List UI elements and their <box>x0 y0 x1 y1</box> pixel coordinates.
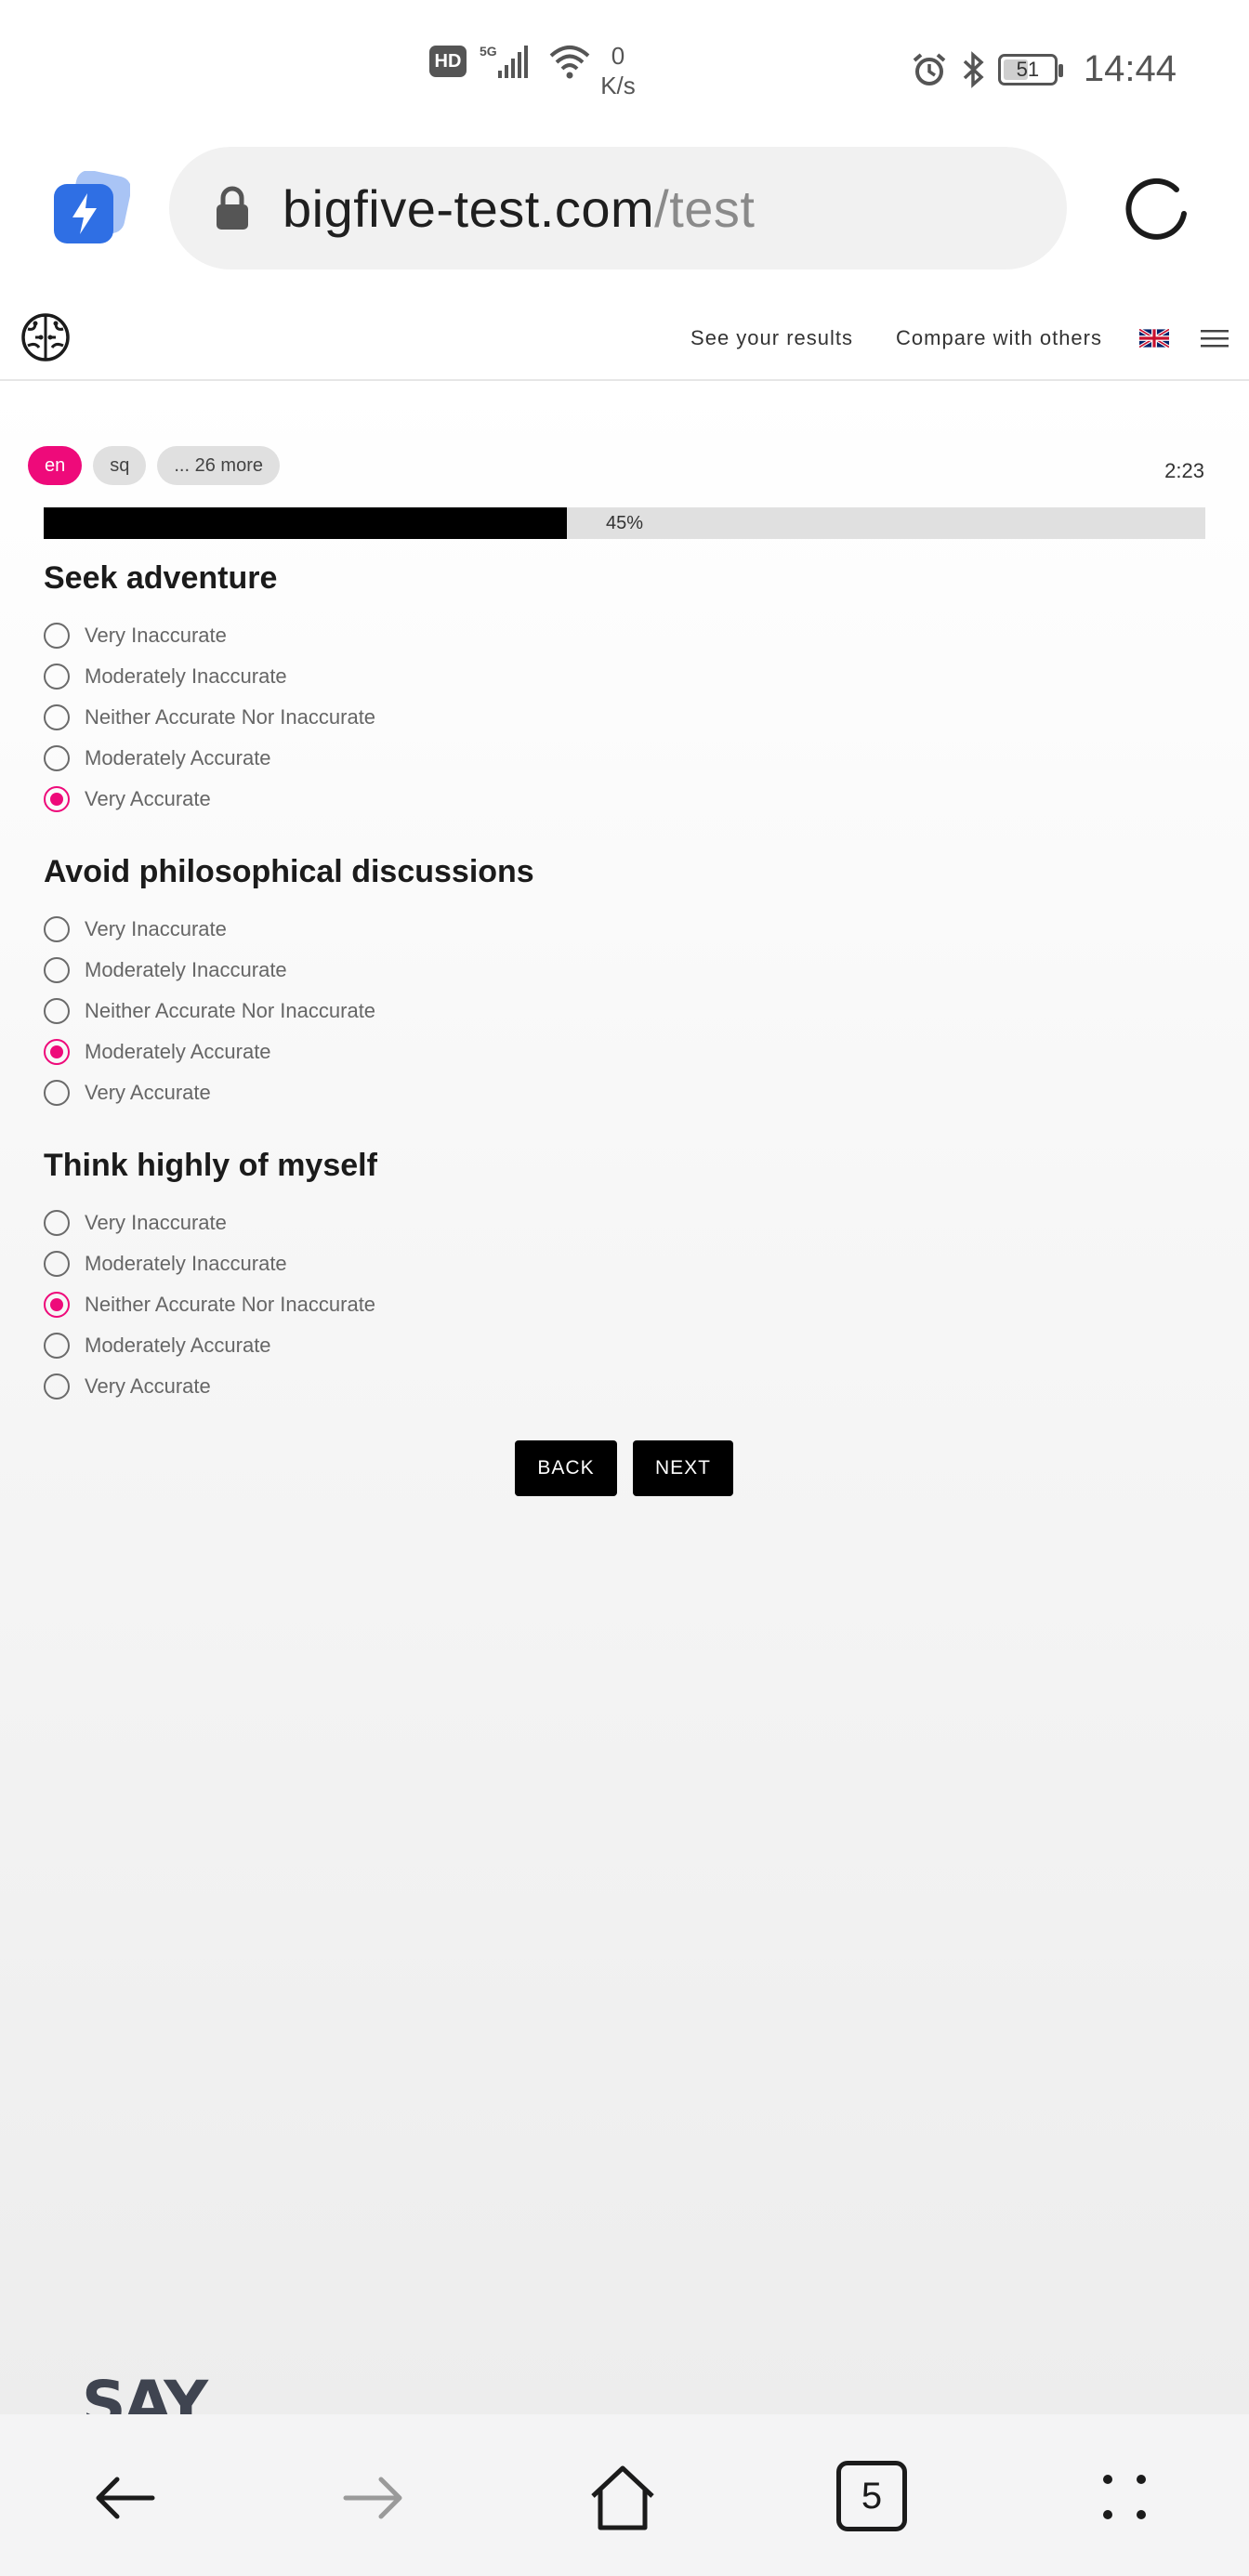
answer-option[interactable]: Moderately Inaccurate <box>44 656 880 697</box>
radio-button[interactable] <box>44 916 70 942</box>
question-1: Seek adventure Very Inaccurate Moderatel… <box>44 558 880 820</box>
answer-option[interactable]: Very Accurate <box>44 1072 880 1113</box>
url-text[interactable]: bigfive-test.com/test <box>283 178 755 239</box>
uk-flag-icon[interactable] <box>1139 329 1169 348</box>
cellular-signal-icon: 5G <box>480 44 528 78</box>
answer-options: Very Inaccurate Moderately Inaccurate Ne… <box>44 615 880 820</box>
answer-option[interactable]: Very Inaccurate <box>44 909 880 950</box>
question-title: Avoid philosophical discussions <box>44 854 534 889</box>
answer-option[interactable]: Moderately Accurate <box>44 738 880 779</box>
option-label: Moderately Accurate <box>85 1334 271 1357</box>
answer-option[interactable]: Very Inaccurate <box>44 615 880 656</box>
nav-compare[interactable]: Compare with others <box>896 326 1102 350</box>
answer-option[interactable]: Neither Accurate Nor Inaccurate <box>44 991 880 1032</box>
radio-button[interactable] <box>44 704 70 730</box>
radio-button[interactable] <box>44 998 70 1024</box>
question-title: Seek adventure <box>44 560 278 596</box>
status-bar: HD 5G 0 K/s 51 14:44 <box>0 0 1249 139</box>
lock-icon <box>217 186 248 230</box>
answer-option[interactable]: Moderately Accurate <box>44 1032 880 1072</box>
alarm-icon <box>913 52 946 85</box>
answer-option[interactable]: Very Inaccurate <box>44 1203 880 1243</box>
radio-button[interactable] <box>44 1251 70 1277</box>
test-content: en sq ... 26 more 2:23 45% Seek adventur… <box>0 383 1249 2414</box>
battery-icon: 51 <box>997 53 1063 85</box>
option-label: Very Inaccurate <box>85 917 227 940</box>
radio-button[interactable] <box>44 623 70 649</box>
svg-text:5G: 5G <box>480 44 497 59</box>
site-navbar: See your results Compare with others <box>0 297 1249 381</box>
reload-icon[interactable] <box>1119 169 1197 247</box>
forward-arrow-icon[interactable] <box>336 2461 411 2535</box>
option-label: Neither Accurate Nor Inaccurate <box>85 705 376 729</box>
wifi-icon <box>549 46 590 79</box>
language-chip[interactable]: sq <box>93 446 147 485</box>
question-3: Think highly of myself Very Inaccurate M… <box>44 1145 880 1407</box>
option-label: Moderately Inaccurate <box>85 1252 287 1275</box>
option-label: Moderately Accurate <box>85 1040 271 1063</box>
bluetooth-icon <box>963 50 984 88</box>
network-speed: 0 K/s <box>600 42 636 99</box>
url-bar[interactable]: bigfive-test.com/test <box>169 147 1067 269</box>
answer-options: Very Inaccurate Moderately Inaccurate Ne… <box>44 1203 880 1407</box>
question-2: Avoid philosophical discussions Very Ina… <box>44 851 880 1113</box>
language-chip[interactable]: en <box>28 446 83 485</box>
back-button[interactable]: BACK <box>515 1440 617 1496</box>
option-label: Very Inaccurate <box>85 1211 227 1234</box>
status-right: 51 14:44 <box>911 48 1177 90</box>
hamburger-menu-icon[interactable] <box>1201 327 1229 349</box>
url-domain: bigfive-test.com <box>283 178 655 238</box>
option-label: Neither Accurate Nor Inaccurate <box>85 1293 376 1316</box>
radio-button[interactable] <box>44 1080 70 1106</box>
language-selector: en sq ... 26 more <box>28 446 280 485</box>
answer-option[interactable]: Very Accurate <box>44 1366 880 1407</box>
progress-label: 45% <box>605 513 644 533</box>
more-options-icon[interactable] <box>1087 2461 1162 2535</box>
browser-bottom-nav: 5 <box>0 2414 1249 2576</box>
radio-button[interactable] <box>44 664 70 690</box>
answer-option[interactable]: Moderately Inaccurate <box>44 950 880 991</box>
answer-option[interactable]: Neither Accurate Nor Inaccurate <box>44 697 880 738</box>
nav-links: See your results Compare with others <box>648 316 1229 361</box>
progress-bar: 45% <box>44 507 1205 539</box>
nav-see-results[interactable]: See your results <box>690 326 853 350</box>
more-languages-chip[interactable]: ... 26 more <box>157 446 280 485</box>
hd-icon: HD <box>429 46 467 77</box>
answer-option[interactable]: Neither Accurate Nor Inaccurate <box>44 1284 880 1325</box>
next-button[interactable]: NEXT <box>633 1440 733 1496</box>
status-indicators: HD 5G <box>429 43 591 80</box>
radio-button[interactable] <box>44 786 70 812</box>
option-label: Neither Accurate Nor Inaccurate <box>85 999 376 1022</box>
radio-button[interactable] <box>44 1333 70 1359</box>
option-label: Very Accurate <box>85 1081 211 1104</box>
option-label: Moderately Inaccurate <box>85 664 287 688</box>
answer-options: Very Inaccurate Moderately Inaccurate Ne… <box>44 909 880 1113</box>
home-icon[interactable] <box>585 2461 660 2535</box>
radio-button[interactable] <box>44 1373 70 1400</box>
browser-app-icon[interactable] <box>52 170 132 249</box>
radio-button[interactable] <box>44 957 70 983</box>
option-label: Moderately Inaccurate <box>85 958 287 981</box>
brain-logo-icon[interactable] <box>19 310 72 364</box>
radio-button[interactable] <box>44 1292 70 1318</box>
answer-option[interactable]: Moderately Inaccurate <box>44 1243 880 1284</box>
option-label: Very Accurate <box>85 1374 211 1398</box>
url-path: /test <box>654 178 756 238</box>
option-label: Very Accurate <box>85 787 211 810</box>
option-label: Moderately Accurate <box>85 746 271 769</box>
radio-button[interactable] <box>44 1039 70 1065</box>
answer-option[interactable]: Very Accurate <box>44 779 880 820</box>
radio-button[interactable] <box>44 1210 70 1236</box>
question-title: Think highly of myself <box>44 1148 377 1183</box>
tabs-count-icon[interactable]: 5 <box>836 2461 907 2531</box>
back-arrow-icon[interactable] <box>87 2461 162 2535</box>
radio-button[interactable] <box>44 745 70 771</box>
clock: 14:44 <box>1083 48 1177 89</box>
answer-option[interactable]: Moderately Accurate <box>44 1325 880 1366</box>
option-label: Very Inaccurate <box>85 624 227 647</box>
timer: 2:23 <box>1164 459 1204 482</box>
